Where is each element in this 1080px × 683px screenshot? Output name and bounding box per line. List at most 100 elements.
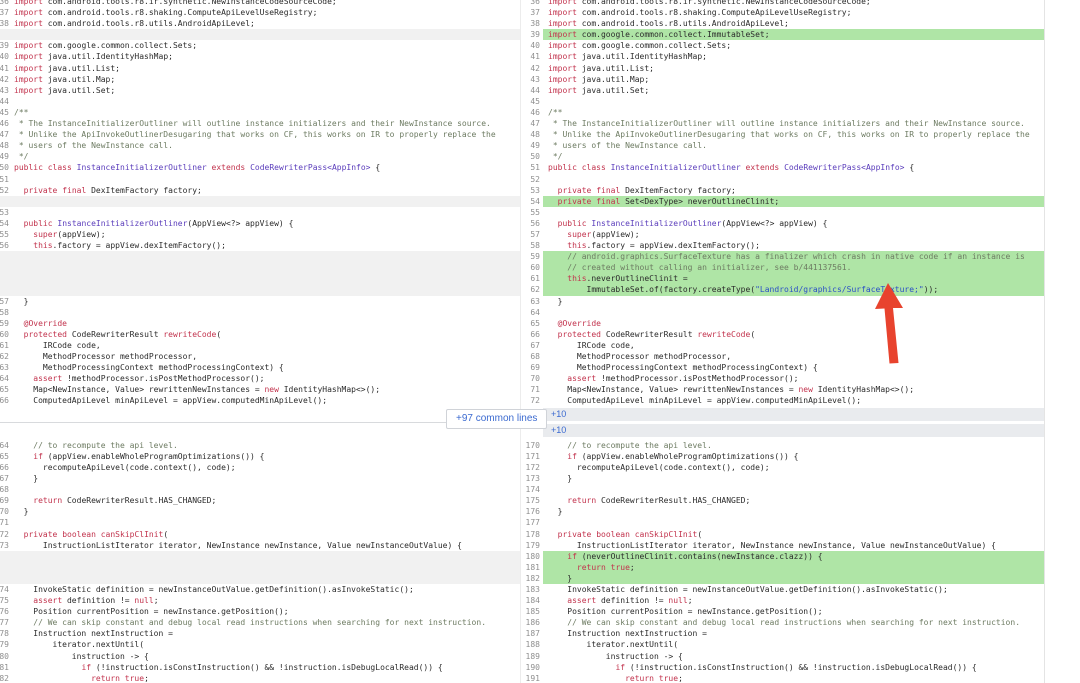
line-number[interactable]: 46: [521, 107, 543, 118]
line-number[interactable]: 47: [521, 118, 543, 129]
line-number[interactable]: 70: [521, 373, 543, 384]
line-number[interactable]: 178: [0, 628, 10, 639]
line-number[interactable]: 180: [0, 651, 10, 662]
line-number[interactable]: 166: [0, 462, 10, 473]
line-number[interactable]: 170: [521, 440, 543, 451]
line-number[interactable]: 182: [521, 573, 543, 584]
line-number[interactable]: 164: [0, 440, 10, 451]
line-number[interactable]: 37: [0, 7, 10, 18]
line-number[interactable]: 59: [521, 251, 543, 262]
line-number[interactable]: 39: [521, 29, 543, 40]
line-number[interactable]: 190: [521, 662, 543, 673]
line-number[interactable]: 178: [521, 529, 543, 540]
line-number[interactable]: 179: [0, 639, 10, 650]
line-number[interactable]: 175: [0, 595, 10, 606]
line-number[interactable]: 42: [0, 74, 10, 85]
line-number[interactable]: 51: [521, 162, 543, 173]
line-number[interactable]: 173: [0, 540, 10, 551]
line-number[interactable]: 66: [521, 329, 543, 340]
line-number[interactable]: 41: [521, 51, 543, 62]
line-number[interactable]: 55: [521, 207, 543, 218]
line-number[interactable]: 64: [0, 373, 10, 384]
line-number[interactable]: 54: [0, 218, 10, 229]
line-number[interactable]: 43: [0, 85, 10, 96]
line-number[interactable]: 181: [521, 562, 543, 573]
line-number[interactable]: 184: [521, 595, 543, 606]
line-number[interactable]: 36: [0, 0, 10, 7]
line-number[interactable]: 68: [521, 351, 543, 362]
expand-10-lines-up-button[interactable]: +10: [543, 407, 1044, 421]
line-number[interactable]: 72: [521, 395, 543, 406]
line-number[interactable]: 44: [521, 85, 543, 96]
line-number[interactable]: 170: [0, 506, 10, 517]
line-number[interactable]: 174: [0, 584, 10, 595]
line-number[interactable]: 57: [521, 229, 543, 240]
line-number[interactable]: 53: [0, 207, 10, 218]
line-number[interactable]: 177: [521, 517, 543, 528]
line-number[interactable]: 64: [521, 307, 543, 318]
line-number[interactable]: 46: [0, 118, 10, 129]
line-number[interactable]: 179: [521, 540, 543, 551]
line-number[interactable]: 57: [0, 296, 10, 307]
line-number[interactable]: 49: [0, 151, 10, 162]
line-number[interactable]: 69: [521, 362, 543, 373]
line-number[interactable]: 41: [0, 63, 10, 74]
line-number[interactable]: 188: [521, 639, 543, 650]
line-number[interactable]: 52: [521, 174, 543, 185]
line-number[interactable]: 63: [521, 296, 543, 307]
line-number[interactable]: 47: [0, 129, 10, 140]
line-number[interactable]: 56: [521, 218, 543, 229]
line-number[interactable]: 169: [0, 495, 10, 506]
line-number[interactable]: 180: [521, 551, 543, 562]
line-number[interactable]: 53: [521, 185, 543, 196]
line-number[interactable]: 36: [521, 0, 543, 7]
line-number[interactable]: 71: [521, 384, 543, 395]
line-number[interactable]: 43: [521, 74, 543, 85]
line-number[interactable]: 176: [0, 606, 10, 617]
line-number[interactable]: 186: [521, 617, 543, 628]
line-number[interactable]: 165: [0, 451, 10, 462]
line-number[interactable]: 45: [521, 96, 543, 107]
expand-10-lines-down-button[interactable]: +10: [543, 423, 1044, 437]
line-number[interactable]: 38: [521, 18, 543, 29]
line-number[interactable]: 56: [0, 240, 10, 251]
line-number[interactable]: 52: [0, 185, 10, 196]
line-number[interactable]: 183: [521, 584, 543, 595]
line-number[interactable]: 40: [521, 40, 543, 51]
line-number[interactable]: 62: [521, 284, 543, 295]
line-number[interactable]: 65: [0, 384, 10, 395]
line-number[interactable]: 60: [521, 262, 543, 273]
line-number[interactable]: 51: [0, 174, 10, 185]
line-number[interactable]: 55: [0, 229, 10, 240]
line-number[interactable]: 61: [521, 273, 543, 284]
line-number[interactable]: 44: [0, 96, 10, 107]
line-number[interactable]: 59: [0, 318, 10, 329]
line-number[interactable]: 62: [0, 351, 10, 362]
line-number[interactable]: 66: [0, 395, 10, 406]
line-number[interactable]: 168: [0, 484, 10, 495]
line-number[interactable]: 67: [521, 340, 543, 351]
line-number[interactable]: 54: [521, 196, 543, 207]
expand-common-lines-button[interactable]: +97 common lines: [446, 409, 548, 429]
line-number[interactable]: 49: [521, 140, 543, 151]
line-number[interactable]: 50: [521, 151, 543, 162]
line-number[interactable]: 40: [0, 51, 10, 62]
line-number[interactable]: 48: [521, 129, 543, 140]
line-number[interactable]: 191: [521, 673, 543, 683]
line-number[interactable]: 38: [0, 18, 10, 29]
line-number[interactable]: 172: [521, 462, 543, 473]
line-number[interactable]: 174: [521, 484, 543, 495]
line-number[interactable]: 173: [521, 473, 543, 484]
line-number[interactable]: 37: [521, 7, 543, 18]
line-number[interactable]: 58: [0, 307, 10, 318]
line-number[interactable]: 185: [521, 606, 543, 617]
line-number[interactable]: 181: [0, 662, 10, 673]
line-number[interactable]: 187: [521, 628, 543, 639]
line-number[interactable]: 50: [0, 162, 10, 173]
line-number[interactable]: 45: [0, 107, 10, 118]
line-number[interactable]: 61: [0, 340, 10, 351]
line-number[interactable]: 63: [0, 362, 10, 373]
line-number[interactable]: 42: [521, 63, 543, 74]
line-number[interactable]: 39: [0, 40, 10, 51]
line-number[interactable]: 182: [0, 673, 10, 683]
